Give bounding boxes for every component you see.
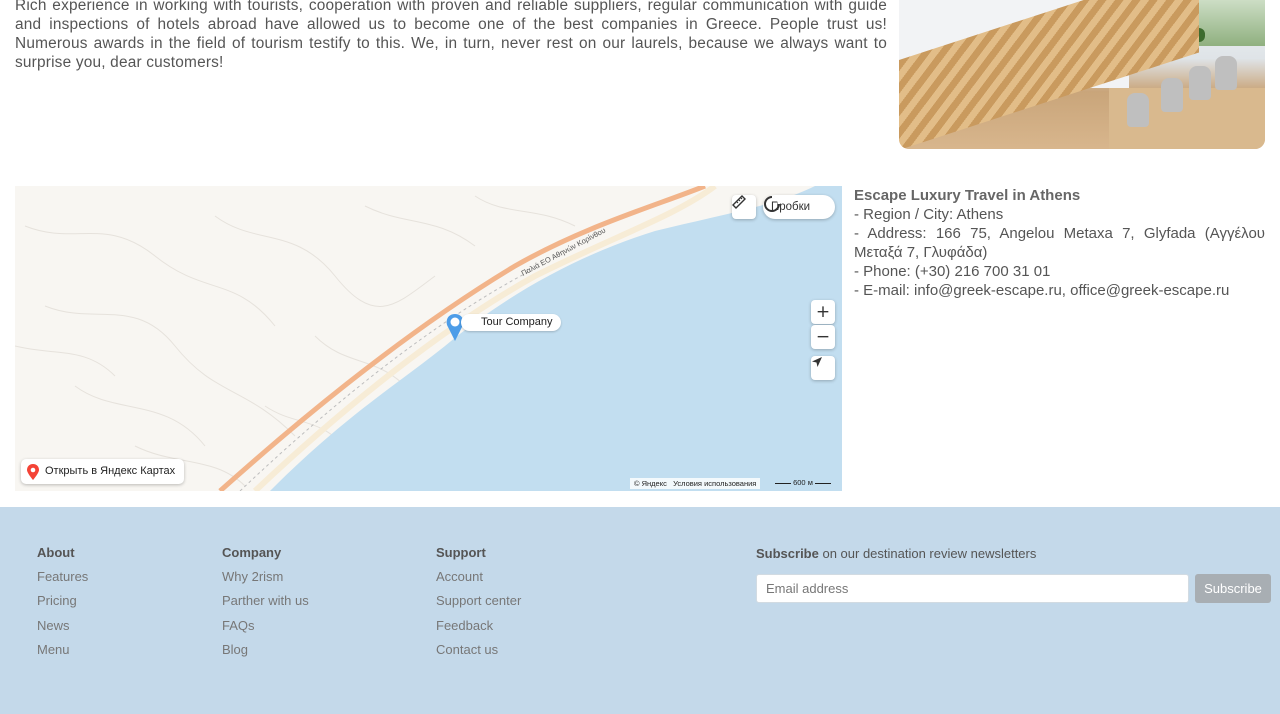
- footer-column-about: About Features Pricing News Menu: [37, 545, 88, 667]
- footer-link-feedback[interactable]: Feedback: [436, 618, 521, 633]
- yandex-map[interactable]: Παλιά ΕΟ Αθηνών Κορίνθου Пробки + − Tour…: [15, 186, 842, 491]
- subscribe-caption-bold: Subscribe: [756, 546, 819, 561]
- footer-link-support-center[interactable]: Support center: [436, 593, 521, 608]
- contact-email: - E-mail: info@greek-escape.ru, office@g…: [854, 282, 1230, 299]
- footer-link-menu[interactable]: Menu: [37, 642, 88, 657]
- footer-link-account[interactable]: Account: [436, 569, 521, 584]
- subscribe-button[interactable]: Subscribe: [1195, 574, 1271, 603]
- geolocation-icon[interactable]: [811, 356, 835, 380]
- contact-title: Escape Luxury Travel in Athens: [854, 187, 1081, 204]
- zoom-out-button[interactable]: −: [811, 325, 835, 349]
- footer-link-pricing[interactable]: Pricing: [37, 593, 88, 608]
- footer-column-company: Company Why 2rism Parther with us FAQs B…: [222, 545, 309, 667]
- open-in-yandex-maps-label: Открыть в Яндекс Картах: [45, 465, 176, 477]
- photo-chair: [1161, 78, 1183, 112]
- footer-link-news[interactable]: News: [37, 618, 88, 633]
- office-photo: [899, 0, 1265, 149]
- footer-link-partner[interactable]: Parther with us: [222, 593, 309, 608]
- footer-column-title: About: [37, 545, 75, 560]
- photo-chair: [1127, 93, 1149, 127]
- contact-info: Escape Luxury Travel in Athens - Region …: [854, 186, 1265, 300]
- zoom-in-button[interactable]: +: [811, 300, 835, 324]
- footer-column-support: Support Account Support center Feedback …: [436, 545, 521, 667]
- contact-region: - Region / City: Athens: [854, 206, 1004, 223]
- yandex-pin-icon: [27, 464, 39, 480]
- map-canvas[interactable]: Παλιά ΕΟ Αθηνών Κορίνθου: [15, 186, 842, 491]
- email-field[interactable]: [756, 574, 1189, 603]
- traffic-button[interactable]: Пробки: [763, 195, 835, 219]
- photo-chair: [1189, 66, 1211, 100]
- contact-address: - Address: 166 75, Angelou Metaxa 7, Gly…: [854, 225, 1265, 261]
- scale-label: 600 м: [793, 478, 813, 487]
- terms-link[interactable]: Условия использования: [673, 479, 756, 488]
- map-copyright: © Яндекс Условия использования: [630, 478, 761, 489]
- footer-column-title: Support: [436, 545, 486, 560]
- footer-link-faqs[interactable]: FAQs: [222, 618, 309, 633]
- site-footer: About Features Pricing News Menu Company…: [0, 507, 1280, 714]
- copyright-text: © Яндекс: [634, 479, 667, 488]
- ruler-icon[interactable]: [732, 195, 756, 219]
- map-scale: 600 м: [775, 478, 831, 487]
- intro-paragraph: Rich experience in working with tourists…: [15, 0, 887, 71]
- photo-chair: [1215, 56, 1237, 90]
- subscribe-caption: Subscribe on our destination review news…: [756, 546, 1036, 561]
- traffic-icon: [764, 195, 781, 212]
- footer-link-why-2rism[interactable]: Why 2rism: [222, 569, 309, 584]
- pin-label[interactable]: Tour Company: [461, 314, 561, 331]
- contact-phone: - Phone: (+30) 216 700 31 01: [854, 263, 1051, 280]
- footer-link-contact-us[interactable]: Contact us: [436, 642, 521, 657]
- footer-link-features[interactable]: Features: [37, 569, 88, 584]
- open-in-yandex-maps-link[interactable]: Открыть в Яндекс Картах: [21, 459, 185, 484]
- footer-link-blog[interactable]: Blog: [222, 642, 309, 657]
- subscribe-caption-text: on our destination review newsletters: [818, 546, 1037, 561]
- footer-column-title: Company: [222, 545, 282, 560]
